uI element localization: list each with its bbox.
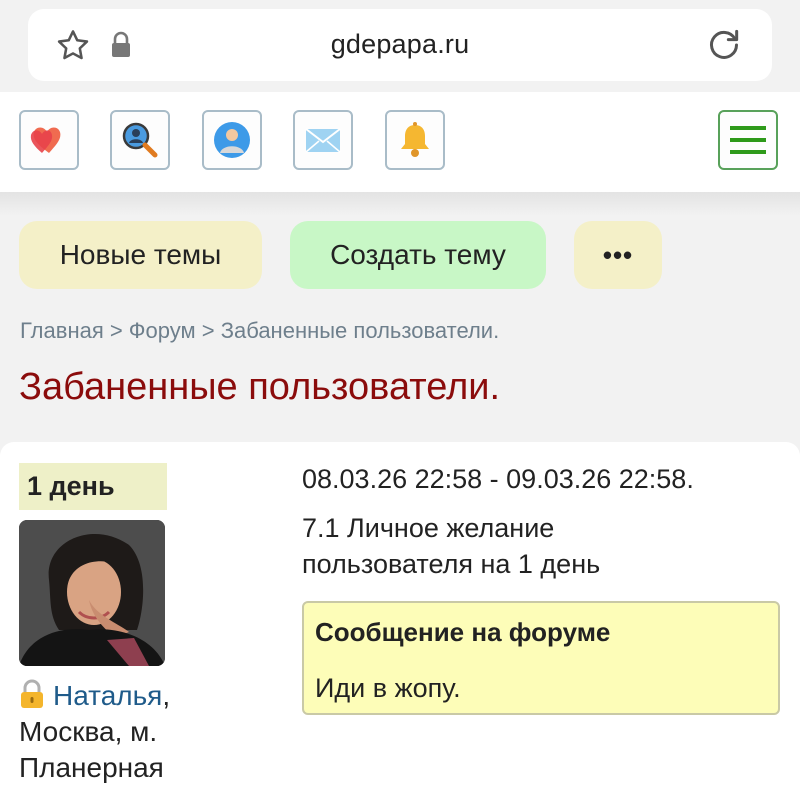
search-people-icon: [122, 122, 158, 158]
messages-button[interactable]: [293, 110, 353, 170]
ban-duration-badge: 1 день: [19, 463, 167, 510]
more-button[interactable]: •••: [574, 221, 662, 289]
address-bar[interactable]: gdepapa.ru: [28, 9, 772, 81]
message-header: Сообщение на форуме: [315, 617, 611, 647]
forum-message-box: Сообщение на форуме Иди в жопу.: [302, 601, 780, 715]
dating-button[interactable]: [19, 110, 79, 170]
bell-icon: [401, 122, 429, 157]
search-people-button[interactable]: [110, 110, 170, 170]
notifications-button[interactable]: [385, 110, 445, 170]
menu-icon: [730, 126, 766, 154]
page-title: Забаненные пользователи.: [19, 366, 501, 408]
ban-reason: 7.1 Личное желание пользователя на 1 ден…: [302, 513, 601, 579]
user-photo: [19, 520, 165, 666]
breadcrumb[interactable]: Главная > Форум > Забаненные пользовател…: [20, 318, 499, 344]
avatar[interactable]: [19, 520, 165, 666]
mail-icon: [305, 128, 341, 153]
user-location: Москва, м. Планерная: [19, 716, 164, 783]
create-topic-button[interactable]: Создать тему: [290, 221, 546, 289]
url-domain[interactable]: gdepapa.ru: [28, 29, 772, 60]
banned-lock-icon: [21, 679, 43, 708]
hearts-icon: [30, 127, 61, 153]
browser-address-area: gdepapa.ru: [0, 0, 800, 92]
profile-button[interactable]: [202, 110, 262, 170]
message-text: Иди в жопу.: [315, 673, 461, 703]
user-name-link[interactable]: Наталья: [53, 680, 162, 711]
ban-period: 08.03.26 22:58 - 09.03.26 22:58.: [302, 464, 694, 494]
new-topics-button[interactable]: Новые темы: [19, 221, 262, 289]
site-toolbar: [0, 92, 800, 192]
user-name-separator: ,: [162, 680, 171, 711]
user-info: Наталья, Москва, м. Планерная: [19, 678, 279, 786]
ban-card: 1 день Наталья, Москва, м. Планерная 08.…: [0, 442, 800, 799]
reload-icon[interactable]: [704, 25, 744, 65]
menu-button[interactable]: [718, 110, 778, 170]
toolbar-shadow: [0, 192, 800, 216]
profile-icon: [214, 122, 250, 158]
